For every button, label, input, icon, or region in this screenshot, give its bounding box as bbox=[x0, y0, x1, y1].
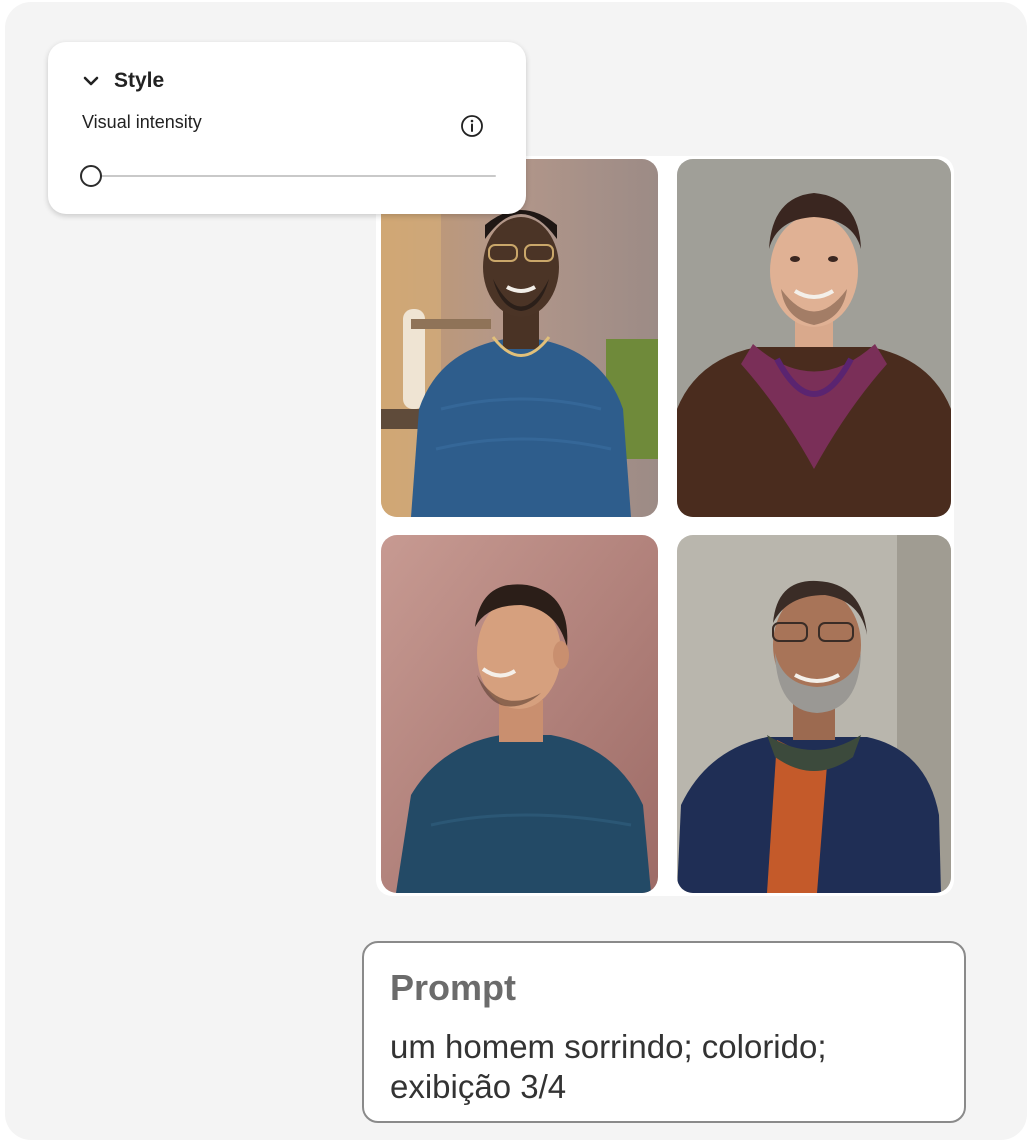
prompt-box: Prompt um homem sorrindo; colorido; exib… bbox=[362, 941, 966, 1123]
slider-handle[interactable] bbox=[80, 165, 102, 187]
portrait-image bbox=[677, 535, 951, 893]
visual-intensity-label: Visual intensity bbox=[82, 112, 202, 132]
generated-image-4[interactable] bbox=[677, 535, 951, 893]
portrait-image bbox=[677, 159, 951, 517]
style-panel: Style Visual intensity bbox=[48, 42, 526, 214]
style-section-title: Style bbox=[114, 69, 165, 92]
chevron-down-icon bbox=[83, 76, 99, 86]
portrait-image bbox=[381, 535, 658, 893]
visual-intensity-slider[interactable] bbox=[80, 164, 496, 188]
generated-image-2[interactable] bbox=[677, 159, 951, 517]
prompt-label: Prompt bbox=[390, 967, 516, 1008]
prompt-text: um homem sorrindo; colorido; exibição 3/… bbox=[390, 1028, 827, 1105]
generated-image-3[interactable] bbox=[381, 535, 658, 893]
info-icon[interactable] bbox=[460, 114, 484, 138]
image-grid bbox=[376, 156, 954, 896]
style-section-toggle[interactable]: Style bbox=[82, 66, 164, 96]
slider-track bbox=[100, 175, 496, 177]
